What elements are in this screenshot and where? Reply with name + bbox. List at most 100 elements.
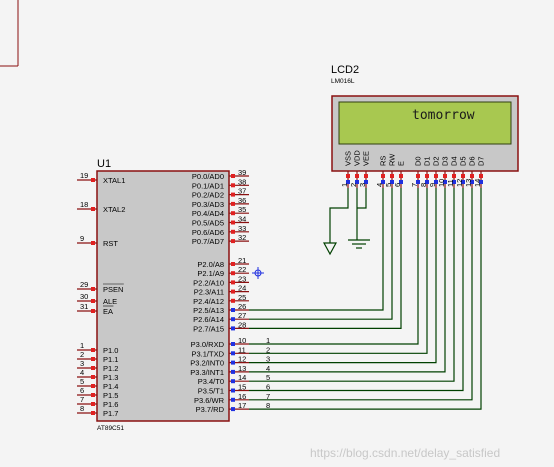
pin-number: 24	[238, 284, 246, 293]
pin-label: P0.0/AD0	[192, 172, 224, 181]
pin-number: 2	[349, 183, 358, 187]
pin-number: 23	[238, 274, 246, 283]
pin-number: 3	[358, 183, 367, 187]
wire-data-6	[249, 188, 473, 401]
lcd-component[interactable]: LCD2 LM016L tomorrow VSS 1 VDD 2 VEE 3 RS 4 RW 5 E…	[331, 64, 519, 188]
pin-label: VEE	[362, 151, 371, 166]
pin-number: 34	[238, 215, 246, 224]
pin-label: P1.7	[103, 409, 118, 418]
pin-label: P3.3/INT1	[190, 368, 224, 377]
pin-label: D6	[468, 156, 477, 166]
pin-label: P2.2/A10	[193, 278, 224, 287]
pin-number: 11	[238, 345, 246, 354]
pin-label: P2.6/A14	[193, 315, 224, 324]
cursor-crosshair-icon	[252, 267, 264, 279]
pin-label: D1	[423, 156, 432, 166]
pin-number: 12	[238, 355, 246, 364]
pin-number: 18	[80, 200, 88, 209]
pin-number: 29	[80, 280, 88, 289]
wire-vss	[329, 188, 349, 243]
pin-number: 1	[80, 341, 84, 350]
pin-label: ALE	[103, 297, 117, 306]
pin-number: 12	[455, 179, 464, 187]
pin-number: 26	[238, 302, 246, 311]
pin-label: P0.3/AD3	[192, 200, 224, 209]
pin-label: P2.4/A12	[193, 297, 224, 306]
pin-label: RST	[103, 239, 118, 248]
pin-label: P1.1	[103, 355, 118, 364]
pin-number: 4	[80, 368, 84, 377]
lcd-part: LM016L	[331, 78, 355, 85]
watermark-text: https://blog.csdn.net/delay_satisfied	[310, 446, 500, 460]
pin-number: 2	[80, 350, 84, 359]
pin-label: D2	[432, 156, 441, 166]
mcu-component[interactable]: U1 AT89C51 19XTAL118XTAL29RST29PSEN30ALE…	[77, 158, 249, 432]
pin-label: P2.0/A8	[197, 260, 224, 269]
pin-number: 21	[238, 256, 246, 265]
pin-number: 14	[473, 179, 482, 187]
pin-label: XTAL2	[103, 205, 125, 214]
pin-number: 32	[238, 233, 246, 242]
pin-label: D0	[414, 156, 423, 166]
pin-label: P3.6/WR	[194, 396, 225, 405]
mcu-part: AT89C51	[97, 425, 124, 432]
wire-data-0	[249, 188, 419, 345]
pin-label: D3	[441, 156, 450, 166]
pin-number: 5	[384, 183, 393, 187]
pin-number: 25	[238, 293, 246, 302]
wires: 12345678	[249, 188, 482, 410]
net-label: 2	[266, 345, 270, 354]
pin-label: D4	[450, 156, 459, 166]
pin-number: 7	[410, 183, 419, 187]
pin-label: P0.2/AD2	[192, 191, 224, 200]
pin-label: P1.3	[103, 373, 118, 382]
net-label: 1	[266, 336, 270, 345]
pin-label: P0.6/AD6	[192, 228, 224, 237]
pin-label: P3.4/T0	[198, 377, 224, 386]
pin-number: 7	[80, 395, 84, 404]
net-label: 5	[266, 373, 270, 382]
pin-number: 37	[238, 187, 246, 196]
pin-number: 11	[446, 179, 455, 187]
pin-label: P0.1/AD1	[192, 181, 224, 190]
ground-symbol	[348, 239, 370, 249]
pin-label: E	[397, 161, 406, 166]
pin-number: 39	[238, 168, 246, 177]
net-label: 3	[266, 355, 270, 364]
pin-number: 30	[80, 292, 88, 301]
pin-number: 16	[238, 392, 246, 401]
pin-label: VSS	[344, 151, 353, 166]
pin-number: 4	[375, 183, 384, 187]
pin-label: P2.1/A9	[197, 269, 224, 278]
mcu-right-pins: 39 P0.0/AD0 38 P0.1/AD1 37 P0.2/AD2 36 P0.3/AD3…	[190, 168, 249, 414]
pin-number: 22	[238, 265, 246, 274]
pin-label: EA	[103, 307, 113, 316]
wire-data-5	[249, 188, 464, 392]
net-label: 4	[266, 364, 270, 373]
pin-label: P3.0/RXD	[191, 340, 225, 349]
net-label: 6	[266, 383, 270, 392]
pin-number: 6	[80, 386, 84, 395]
net-label: 7	[266, 392, 270, 401]
pin-number: 3	[80, 359, 84, 368]
pin-label: D5	[459, 156, 468, 166]
pin-label: P2.3/A11	[194, 288, 224, 297]
pin-label: VDD	[353, 150, 362, 166]
pin-label: RS	[379, 156, 388, 166]
pin-number: 28	[238, 320, 246, 329]
pin-label: P0.7/AD7	[192, 237, 224, 246]
power-terminal-symbol	[322, 242, 338, 256]
pin-number: 10	[238, 336, 246, 345]
pin-label: RW	[388, 153, 397, 166]
pin-label: P3.2/INT0	[190, 359, 224, 368]
wire-rw	[249, 188, 393, 320]
pin-label: P2.7/A15	[193, 324, 224, 333]
schematic-canvas[interactable]: LCD2 LM016L tomorrow VSS 1 VDD 2 VEE 3 RS 4 RW 5 E…	[0, 0, 554, 467]
pin-label: P3.5/T1	[198, 387, 224, 396]
pin-number: 6	[393, 183, 402, 187]
wire-rs	[249, 188, 384, 311]
wire-data-4	[249, 188, 455, 382]
pin-number: 36	[238, 196, 246, 205]
pin-number: 17	[238, 401, 246, 410]
pin-number: 9	[80, 234, 84, 243]
